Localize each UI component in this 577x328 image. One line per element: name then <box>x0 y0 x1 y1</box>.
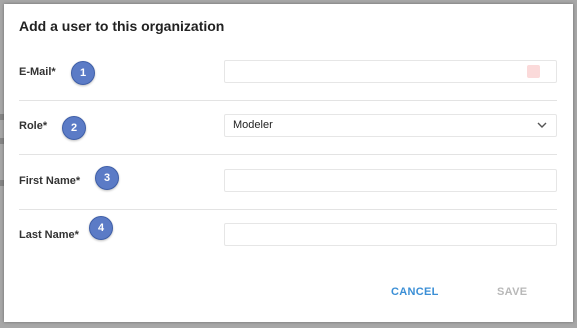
last-name-field[interactable] <box>224 223 557 246</box>
divider <box>19 209 557 210</box>
dialog-title: Add a user to this organization <box>19 18 225 34</box>
email-field[interactable] <box>224 60 557 83</box>
cancel-button[interactable]: CANCEL <box>391 286 439 298</box>
role-row: Role* Modeler <box>19 102 557 156</box>
step-marker-4: 4 <box>89 216 113 240</box>
step-marker-2: 2 <box>62 116 86 140</box>
email-label: E-Mail* <box>19 66 56 78</box>
role-select[interactable]: Modeler <box>224 114 557 137</box>
add-user-dialog: Add a user to this organization E-Mail* … <box>4 4 573 322</box>
email-row: E-Mail* <box>19 48 557 102</box>
save-button[interactable]: SAVE <box>497 286 527 298</box>
divider <box>19 154 557 155</box>
chevron-down-icon[interactable] <box>534 117 550 133</box>
last-name-label: Last Name* <box>19 229 79 241</box>
step-marker-1: 1 <box>71 61 95 85</box>
role-selected-value: Modeler <box>233 119 273 131</box>
role-label: Role* <box>19 120 48 132</box>
step-marker-3: 3 <box>95 166 119 190</box>
divider <box>19 100 557 101</box>
first-name-label: First Name* <box>19 175 81 187</box>
first-name-field[interactable] <box>224 169 557 192</box>
autofill-extension-icon[interactable] <box>527 65 540 78</box>
